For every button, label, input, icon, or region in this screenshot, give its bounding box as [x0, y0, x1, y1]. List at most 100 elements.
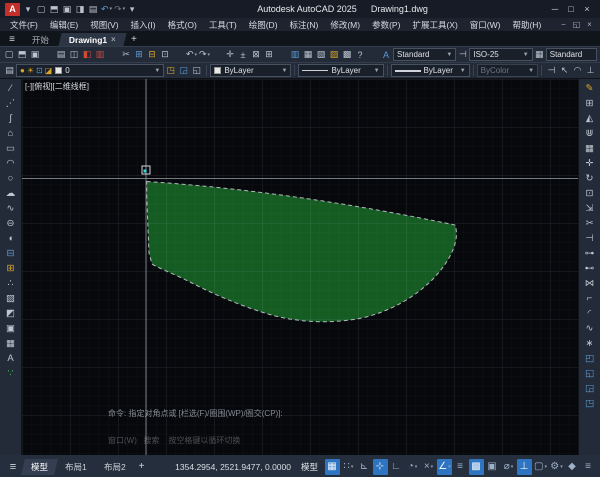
- sep[interactable]: [107, 48, 120, 61]
- hatch-icon[interactable]: ▨: [3, 291, 19, 306]
- extend-icon[interactable]: ⊣: [582, 231, 598, 246]
- plot-icon[interactable]: ▥: [94, 48, 107, 61]
- point-style-icon[interactable]: ∵: [3, 366, 19, 381]
- erase-icon[interactable]: ✎: [582, 81, 598, 96]
- annotation-monitor-toggle[interactable]: ◆: [565, 459, 580, 475]
- lineweight-toggle[interactable]: ≡: [453, 459, 468, 475]
- maximize-button[interactable]: □: [563, 2, 579, 16]
- menu-parametric[interactable]: 参数(P): [366, 19, 406, 31]
- doc-close-button[interactable]: ×: [583, 19, 596, 30]
- transparency-toggle[interactable]: ▩: [469, 459, 484, 475]
- undo-icon[interactable]: ↶▾: [185, 48, 198, 61]
- save-as-icon[interactable]: ◨: [75, 3, 86, 16]
- text-style-select[interactable]: Standard▼: [393, 48, 456, 61]
- explode-icon[interactable]: ∗: [582, 336, 598, 351]
- pan-icon[interactable]: ✛: [224, 48, 237, 61]
- menu-help[interactable]: 帮助(H): [506, 19, 547, 31]
- tab-start[interactable]: 开始: [21, 33, 59, 46]
- make-block-icon[interactable]: ⊞: [3, 261, 19, 276]
- open-file-icon[interactable]: ⬒: [49, 3, 60, 16]
- grid-toggle[interactable]: ▦: [325, 459, 340, 475]
- ellipse-icon[interactable]: ⊖: [3, 216, 19, 231]
- polyline-icon[interactable]: ∫: [3, 111, 19, 126]
- publish-icon[interactable]: ◧: [81, 48, 94, 61]
- construction-line-icon[interactable]: ⋰: [3, 96, 19, 111]
- zoom-window-icon[interactable]: ⊠: [250, 48, 263, 61]
- markup-icon[interactable]: ▩: [341, 48, 354, 61]
- blend-curves-icon[interactable]: ∿: [582, 321, 598, 336]
- sep[interactable]: [211, 48, 224, 61]
- break-at-point-icon[interactable]: ⊶: [582, 246, 598, 261]
- object-color-select[interactable]: ByLayer ▼: [210, 64, 291, 77]
- new-layout-button[interactable]: +: [134, 461, 148, 472]
- make-layer-current-icon[interactable]: ◳: [164, 64, 177, 77]
- mirror-icon[interactable]: ◭: [582, 111, 598, 126]
- new-icon[interactable]: ▢: [3, 48, 16, 61]
- layer-select[interactable]: ●☀⊡◪ 0 ▼: [16, 64, 164, 77]
- region-icon[interactable]: ▣: [3, 321, 19, 336]
- snap-endpoint-icon[interactable]: ↖: [558, 64, 571, 77]
- dim-style-select[interactable]: ISO-25▼: [469, 48, 532, 61]
- 3d-osnap-toggle[interactable]: ⌀▾: [501, 459, 516, 475]
- gradient-icon[interactable]: ◩: [3, 306, 19, 321]
- ortho-toggle[interactable]: ∟: [389, 459, 404, 475]
- redo-icon[interactable]: ↷▾: [198, 48, 211, 61]
- menu-dimension[interactable]: 标注(N): [284, 19, 325, 31]
- linetype-select[interactable]: ByLayer ▼: [298, 64, 383, 77]
- menu-draw[interactable]: 绘图(D): [243, 19, 284, 31]
- doc-minimize-button[interactable]: −: [557, 19, 570, 30]
- point-icon[interactable]: ∴: [3, 276, 19, 291]
- polygon-icon[interactable]: ⌂: [3, 126, 19, 141]
- menu-edit[interactable]: 编辑(E): [44, 19, 84, 31]
- menu-insert[interactable]: 插入(I): [125, 19, 162, 31]
- model-space-button[interactable]: 模型: [297, 460, 322, 474]
- properties-palette-icon[interactable]: ▥: [289, 48, 302, 61]
- menu-format[interactable]: 格式(O): [162, 19, 203, 31]
- offset-icon[interactable]: ⋓: [582, 126, 598, 141]
- redo-icon[interactable]: ↷▾: [114, 3, 125, 16]
- rectangle-icon[interactable]: ▭: [3, 141, 19, 156]
- customization-menu[interactable]: ≡: [581, 459, 596, 475]
- sep[interactable]: [42, 48, 55, 61]
- autocad-logo-icon[interactable]: A: [5, 3, 20, 16]
- table-style-field[interactable]: Standard: [546, 48, 597, 61]
- array-icon[interactable]: ▦: [582, 141, 598, 156]
- sep[interactable]: [367, 48, 380, 61]
- viewport-controls-label[interactable]: [-][俯视][二维线框]: [25, 81, 89, 92]
- chamfer-icon[interactable]: ⌐: [582, 291, 598, 306]
- workspace-gear-toggle[interactable]: ⚙▾: [549, 459, 564, 475]
- menu-window[interactable]: 窗口(W): [464, 19, 507, 31]
- bring-to-front-icon[interactable]: ◰: [582, 351, 598, 366]
- save-icon[interactable]: ▣: [29, 48, 42, 61]
- layer-properties-manager-icon[interactable]: ▤: [3, 64, 16, 77]
- new-file-icon[interactable]: ▢: [36, 3, 47, 16]
- table-style-icon[interactable]: ▦: [533, 48, 546, 61]
- ellipse-arc-icon[interactable]: ◖: [3, 231, 19, 246]
- move-icon[interactable]: ✛: [582, 156, 598, 171]
- insert-block-icon[interactable]: ⊟: [3, 246, 19, 261]
- send-to-back-icon[interactable]: ◱: [582, 366, 598, 381]
- join-icon[interactable]: ⋈: [582, 276, 598, 291]
- tab-drawing1[interactable]: Drawing1 ×: [58, 33, 126, 46]
- sheet-set-icon[interactable]: ▨: [328, 48, 341, 61]
- new-drawing-tab-button[interactable]: +: [127, 33, 141, 46]
- designcenter-icon[interactable]: ▦: [302, 48, 315, 61]
- file-tabs-menu-icon[interactable]: ≡: [3, 33, 21, 46]
- menu-view[interactable]: 视图(V): [84, 19, 124, 31]
- lineweight-select[interactable]: ByLayer ▼: [391, 64, 470, 77]
- zoom-realtime-icon[interactable]: ±: [237, 48, 250, 61]
- plot-style-select[interactable]: ByColor ▼: [477, 64, 538, 77]
- rotate-icon[interactable]: ↻: [582, 171, 598, 186]
- save-icon[interactable]: ▣: [62, 3, 73, 16]
- snap-toggle[interactable]: ∷▾: [341, 459, 356, 475]
- send-under-icon[interactable]: ◳: [582, 396, 598, 411]
- break-icon[interactable]: ⊷: [582, 261, 598, 276]
- spline-icon[interactable]: ∿: [3, 201, 19, 216]
- match-layer-icon[interactable]: ◲: [177, 64, 190, 77]
- tool-palettes-icon[interactable]: ▧: [315, 48, 328, 61]
- app-menu-arrow-icon[interactable]: ▾: [23, 3, 34, 16]
- print-icon[interactable]: ▤: [55, 48, 68, 61]
- sep[interactable]: [276, 48, 289, 61]
- arc-icon[interactable]: ◠: [3, 156, 19, 171]
- dynamic-ucs-toggle[interactable]: ⊥: [517, 459, 532, 475]
